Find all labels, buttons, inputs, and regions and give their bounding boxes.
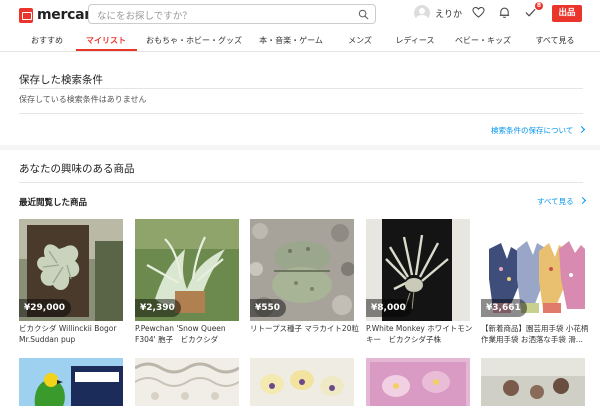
tab-baby-kids[interactable]: ベビー・キッズ <box>455 30 511 52</box>
price-tag: ¥3,661 <box>481 299 527 317</box>
see-all-label: すべて見る <box>537 197 574 206</box>
price-tag: ¥8,000 <box>366 299 412 317</box>
product-image[interactable] <box>250 358 354 406</box>
tab-books-music-games[interactable]: 本・音楽・ゲーム <box>259 30 323 52</box>
interest-section-title: あなたの興味のある商品 <box>19 163 135 175</box>
search-input[interactable]: なにをお探しですか？ <box>88 4 376 24</box>
chevron-right-icon <box>578 196 586 205</box>
price-tag: ¥550 <box>250 299 287 317</box>
divider <box>19 113 583 114</box>
mercari-logo[interactable]: mercari <box>19 5 96 25</box>
search-placeholder: なにをお探しですか？ <box>97 11 192 22</box>
product-name[interactable]: P.Pewchan 'Snow Queen F304' 胞子 ビカクシダ <box>135 324 245 345</box>
username[interactable]: えりか <box>435 7 462 20</box>
sell-button[interactable]: 出品 <box>552 5 582 22</box>
price-tag: ¥29,000 <box>19 299 71 317</box>
avatar[interactable] <box>414 5 430 21</box>
product-image[interactable] <box>135 358 239 406</box>
heart-icon[interactable] <box>472 6 485 19</box>
mercari-logo-mark <box>19 7 33 23</box>
divider <box>19 88 583 89</box>
saved-searches-title: 保存した検索条件 <box>19 74 103 86</box>
recently-viewed-title: 最近閲覧した商品 <box>19 198 88 208</box>
bell-icon[interactable] <box>498 6 511 19</box>
product-name[interactable]: P.White Monkey ホワイトモンキー ビカクシダ子株 <box>366 324 476 345</box>
tab-see-all[interactable]: すべて見る <box>535 30 574 52</box>
tab-mens[interactable]: メンズ <box>348 30 372 52</box>
tab-recommended[interactable]: おすすめ <box>31 30 63 52</box>
user-menu[interactable]: えりか <box>414 5 462 21</box>
search-icon[interactable] <box>358 9 369 20</box>
notification-badge: 8 <box>535 2 543 10</box>
active-tab-indicator <box>76 49 137 51</box>
product-name[interactable]: ビカクシダ Willinckii Bogor Mr.Suddan pup <box>19 324 129 345</box>
product-name[interactable]: 【新着商品】園芸用手袋 小花柄 作業用手袋 お洒落な手袋 滑... <box>481 324 591 345</box>
product-name[interactable]: リトープス種子 マラカイト20粒 <box>250 324 360 335</box>
tab-ladies[interactable]: レディース <box>395 30 434 52</box>
tab-toys-hobby[interactable]: おもちゃ・ホビー・グッズ <box>146 30 242 52</box>
divider <box>19 182 583 183</box>
saved-searches-empty: 保存している検索条件はありません <box>19 95 147 104</box>
price-tag: ¥2,390 <box>135 299 181 317</box>
chevron-right-icon <box>578 125 586 134</box>
section-separator <box>0 145 600 150</box>
product-image[interactable] <box>366 358 470 406</box>
saved-search-help-label: 検索条件の保存について <box>491 126 574 135</box>
product-image[interactable] <box>481 358 585 406</box>
top-header: mercari なにをお探しですか？ えりか 8 出品 <box>0 0 600 30</box>
see-all-link[interactable]: すべて見る <box>537 196 586 207</box>
logo-text: mercari <box>37 7 96 23</box>
product-image[interactable] <box>19 358 123 406</box>
saved-search-help-link[interactable]: 検索条件の保存について <box>491 125 586 136</box>
